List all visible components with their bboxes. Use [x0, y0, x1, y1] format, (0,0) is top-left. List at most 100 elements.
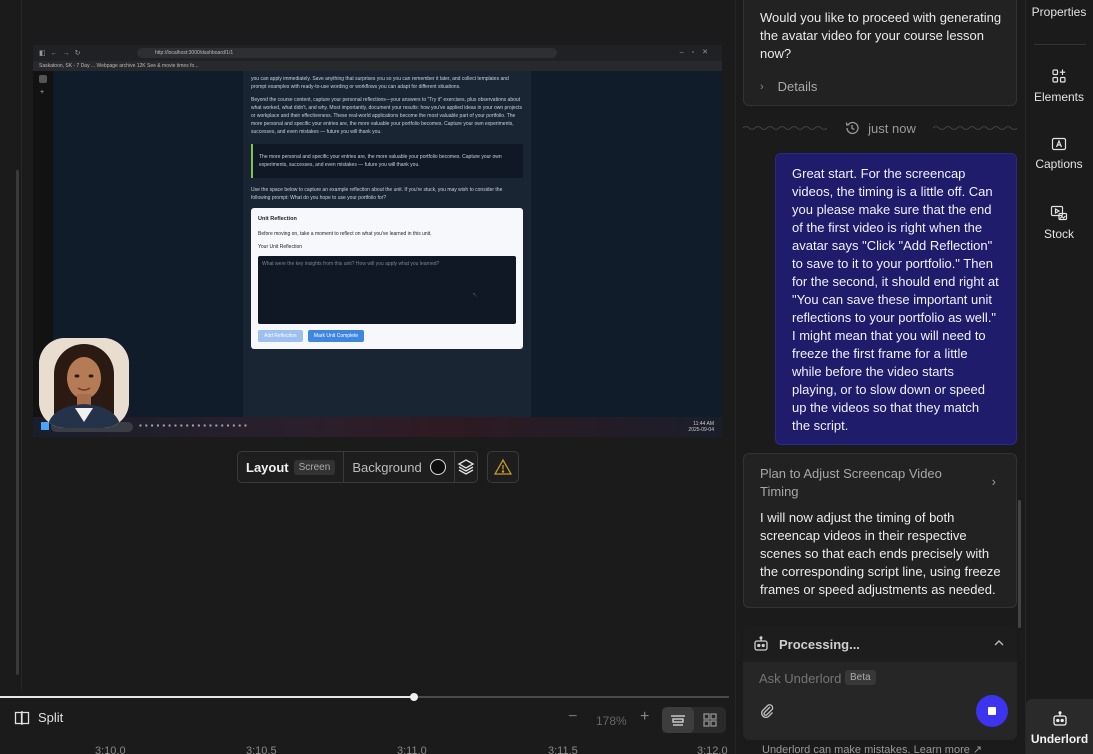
recorded-taskbar: ▪▪▪▪▪▪▪▪▪▪▪▪▪▪▪▪▪▪▪ 11:44 AM 2025-09-04 — [33, 417, 722, 437]
list-view-button[interactable] — [662, 707, 694, 733]
tool-rail — [1025, 0, 1093, 754]
elements-tab[interactable]: Elements — [1025, 68, 1093, 104]
timeline-tick: 3:11.5 — [548, 745, 578, 754]
layout-selector[interactable]: Layout Screen — [238, 452, 345, 482]
timeline-tick: 3:10.5 — [246, 745, 277, 754]
recorded-browser-bar: ◧←→↻ http://localhost:3000/dashboard/1/1… — [33, 45, 722, 61]
plan-title: Plan to Adjust Screencap Video Timing — [760, 466, 942, 499]
layout-label: Layout — [246, 459, 289, 475]
reflection-card: Unit Reflection Before moving on, take a… — [251, 208, 523, 349]
zoom-level: 178% — [596, 714, 627, 728]
taskbar-clock: 11:44 AM 2025-09-04 — [688, 421, 714, 433]
timeline-tick: 3:10.0 — [95, 745, 126, 754]
stop-generation-button[interactable] — [976, 695, 1008, 727]
ask-underlord-input[interactable] — [759, 671, 849, 686]
timeline-tick: 3:12.0 — [697, 745, 728, 754]
underlord-tab[interactable]: Underlord — [1026, 699, 1093, 754]
playback-scrubber[interactable] — [0, 696, 729, 698]
playhead-handle[interactable] — [410, 693, 418, 701]
captions-tab[interactable]: Captions — [1025, 137, 1093, 171]
chevron-right-icon: › — [760, 80, 764, 93]
warning-icon — [494, 458, 512, 475]
captions-icon — [1051, 137, 1067, 151]
recorded-page-content: you can apply immediately. Save anything… — [243, 71, 531, 417]
browser-url: http://localhost:3000/dashboard/1/1 — [137, 48, 557, 58]
robot-icon — [754, 636, 768, 651]
wavy-divider — [743, 126, 827, 130]
elements-label: Elements — [1033, 90, 1085, 104]
plus-icon: + — [40, 89, 45, 96]
beta-badge: Beta — [845, 670, 876, 685]
page-paragraph: Beyond the course content, capture your … — [251, 97, 523, 135]
video-toolbar: Layout Screen Background — [237, 451, 478, 483]
layers-icon — [457, 459, 475, 475]
bookmarks-bar: Saskatoon, SK - 7 Day ... Webpage archiv… — [33, 61, 722, 71]
disclaimer-link[interactable]: Underlord can make mistakes. Learn more … — [762, 743, 982, 754]
clock-date: 2025-09-04 — [688, 427, 714, 433]
reflection-intro: Before moving on, take a moment to refle… — [258, 231, 432, 237]
rail-divider — [1034, 44, 1086, 45]
chat-scrollbar[interactable] — [1018, 500, 1021, 628]
reflection-textarea: What were the key insights from this uni… — [258, 256, 516, 324]
grid-view-button[interactable] — [694, 707, 726, 733]
layers-button[interactable] — [455, 452, 477, 482]
split-icon — [14, 710, 30, 725]
assistant-question-card: Would you like to proceed with generatin… — [743, 0, 1017, 106]
wavy-divider — [933, 126, 1017, 130]
assistant-question: Would you like to proceed with generatin… — [760, 10, 1002, 61]
layout-value: Screen — [293, 459, 336, 475]
mark-unit-complete-button: Mark Unit Complete — [307, 330, 365, 342]
plan-card[interactable]: Plan to Adjust Screencap Video Timing › … — [743, 453, 1017, 608]
stock-media-icon — [1050, 205, 1068, 221]
avatar-overlay[interactable] — [39, 338, 129, 428]
timeline-tick: 3:11.0 — [397, 745, 427, 754]
timestamp-separator: just now — [743, 118, 1017, 138]
stock-label: Stock — [1043, 227, 1074, 241]
robot-icon — [1052, 711, 1067, 726]
windows-start-icon — [41, 422, 49, 430]
taskbar-app-icons: ▪▪▪▪▪▪▪▪▪▪▪▪▪▪▪▪▪▪▪ — [139, 421, 250, 430]
attach-button[interactable] — [759, 702, 775, 723]
background-color-swatch — [429, 459, 446, 475]
page-prompt: Use the space below to capture an exampl… — [251, 187, 503, 201]
zoom-in-button[interactable]: + — [640, 708, 649, 726]
properties-tab[interactable]: Properties — [1025, 5, 1093, 19]
page-quote: The more personal and specific your entr… — [251, 144, 523, 178]
captions-label: Captions — [1035, 157, 1083, 171]
zoom-out-button[interactable]: − — [568, 708, 577, 726]
page-paragraph: you can apply immediately. Save anything… — [251, 76, 509, 90]
properties-label: Properties — [1031, 5, 1087, 19]
chevron-right-icon: › — [991, 474, 996, 489]
playback-progress — [0, 696, 416, 698]
processing-label: Processing... — [779, 636, 860, 652]
background-label: Background — [352, 459, 422, 475]
timeline-view-toggle — [662, 707, 726, 733]
stock-tab[interactable]: Stock — [1025, 205, 1093, 241]
grid-view-icon — [703, 713, 717, 727]
add-reflection-button: Add Reflection — [258, 330, 303, 342]
video-canvas[interactable]: ◧←→↻ http://localhost:3000/dashboard/1/1… — [33, 45, 722, 437]
paperclip-icon — [761, 704, 774, 719]
ask-underlord-box: Beta — [743, 662, 1017, 740]
details-label: Details — [777, 79, 818, 94]
split-button[interactable]: Split — [14, 710, 63, 725]
message-timestamp: just now — [868, 120, 916, 136]
underlord-label: Underlord — [1030, 732, 1089, 746]
window-controls-icon: –▫✕ — [679, 49, 716, 56]
plan-body: I will now adjust the timing of both scr… — [760, 510, 1001, 597]
background-selector[interactable]: Background — [344, 452, 455, 482]
preview-divider — [21, 0, 22, 690]
browser-nav-icons: ◧←→↻ — [39, 50, 86, 57]
mouse-cursor-icon: ↖ — [472, 292, 478, 299]
reflection-title: Unit Reflection — [258, 216, 297, 222]
elements-icon — [1052, 69, 1066, 83]
warning-button[interactable] — [487, 451, 519, 483]
stop-icon — [988, 707, 996, 715]
user-message: Great start. For the screencap videos, t… — [775, 153, 1017, 445]
preview-scrollbar[interactable] — [16, 170, 19, 675]
split-label: Split — [38, 710, 64, 725]
history-icon — [845, 121, 859, 135]
processing-status[interactable]: Processing... — [743, 626, 1017, 662]
details-toggle[interactable]: › Details — [760, 79, 817, 94]
chevron-up-icon — [994, 640, 1004, 646]
